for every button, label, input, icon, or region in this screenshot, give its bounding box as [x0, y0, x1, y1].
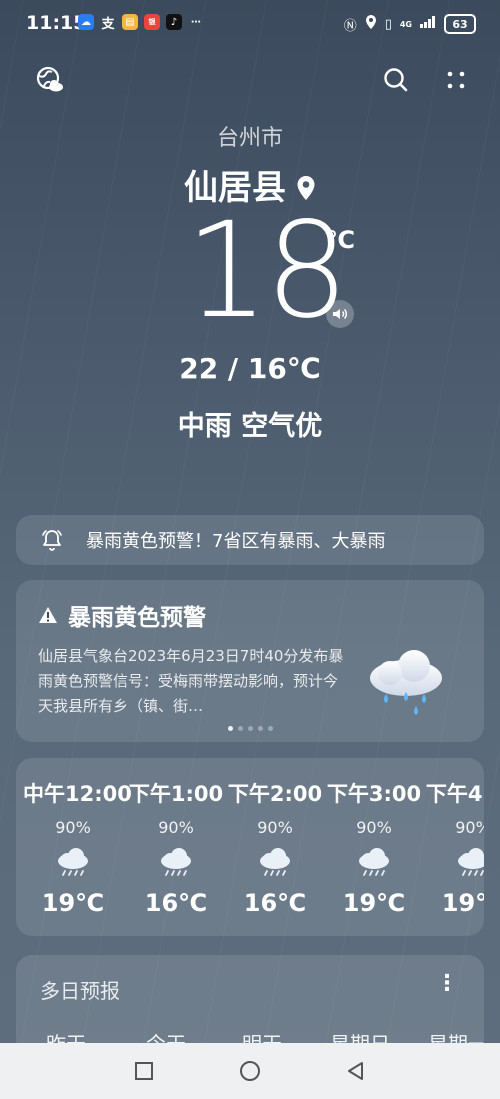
more-options-button[interactable]: [438, 62, 474, 98]
hourly-item: 下午2:00 90% 16℃: [225, 778, 325, 917]
hour-temp: 19℃: [342, 889, 406, 917]
cloud-app-icon: ☁: [78, 14, 94, 30]
more-notifications-icon: ⋯: [191, 16, 201, 28]
hour-temp: 19℃: [41, 889, 105, 917]
manage-cities-button[interactable]: [32, 62, 68, 98]
hour-time: 下午4:00: [425, 782, 484, 806]
home-button[interactable]: [238, 1059, 262, 1083]
temperature-range: 22 / 16℃: [179, 352, 321, 385]
voice-broadcast-button[interactable]: [326, 300, 354, 328]
temperature-unit: ℃: [326, 226, 356, 254]
rain-cloud-icon: [324, 847, 424, 879]
hour-temp: 16℃: [144, 889, 208, 917]
rain-cloud-icon: [126, 847, 226, 879]
globe-cloud-icon: [36, 66, 63, 92]
network-label: 4G: [399, 19, 412, 29]
recent-apps-button[interactable]: [132, 1059, 156, 1083]
bell-icon: [42, 530, 62, 551]
hourly-item: 中午12:00 90% 19℃: [23, 778, 132, 917]
navigation-bar: [0, 1043, 500, 1099]
hour-precip: 90%: [158, 818, 194, 837]
four-dots-icon: [447, 71, 465, 89]
rain-cloud-icon: [225, 847, 325, 879]
carousel-dot: [267, 726, 273, 731]
carousel-dot: [257, 726, 263, 731]
hour-precip: 90%: [356, 818, 392, 837]
hour-temp: 16℃: [243, 889, 307, 917]
tiktok-icon: ♪: [166, 14, 182, 30]
warning-title-row: 暴雨黄色预警: [38, 598, 206, 632]
warning-card[interactable]: 暴雨黄色预警 仙居县气象台2023年6月23日7时40分发布暴雨黄色预警信号：受…: [16, 580, 484, 742]
hour-time: 中午12:00: [23, 782, 132, 806]
rain-cloud-icon: [370, 650, 442, 715]
battery-icon: 63: [444, 14, 476, 34]
carousel-dot: [247, 726, 253, 731]
daily-more-button[interactable]: ⋮: [436, 973, 458, 995]
back-triangle-icon: [348, 1062, 363, 1080]
hourly-item: 下午1:00 90% 16℃: [126, 778, 226, 917]
daily-forecast[interactable]: 多日预报 ⋮ 昨天 今天 明天 星期日 星期一: [16, 955, 484, 1055]
search-button[interactable]: [378, 62, 414, 98]
hourly-forecast[interactable]: 中午12:00 90% 19℃ 下午1:00 90% 16℃ 下午2:00 90…: [16, 758, 484, 936]
bank-app-icon: 银: [144, 14, 160, 30]
hourly-item: 下午4:00 90% 19℃: [423, 778, 484, 917]
hourly-item: 下午3:00 90% 19℃: [324, 778, 424, 917]
warning-body: 仙居县气象台2023年6月23日7时40分发布暴雨黄色预警信号：受梅雨带摆动影响…: [38, 647, 344, 715]
note-app-icon: ▤: [122, 14, 138, 30]
rain-cloud-icon: [423, 847, 484, 879]
location-icon: [365, 15, 377, 33]
hour-time: 下午2:00: [227, 782, 323, 806]
status-bar: 11:15 ☁ 支 ▤ 银 ♪ ⋯ Ⓝ ▯ 4G 63: [0, 0, 500, 48]
vibrate-icon: ▯: [384, 16, 392, 32]
warning-title: 暴雨黄色预警: [68, 605, 206, 631]
hour-time: 下午1:00: [128, 782, 224, 806]
search-icon: [384, 68, 408, 92]
city-name: 台州市: [216, 126, 283, 151]
alipay-icon: 支: [101, 16, 115, 32]
alert-banner[interactable]: 暴雨黄色预警！7省区有暴雨、大暴雨: [16, 515, 484, 565]
warning-triangle-icon: [39, 607, 57, 623]
daily-forecast-title: 多日预报: [40, 979, 120, 1003]
carousel-indicator: [16, 726, 484, 731]
carousel-dot: [227, 726, 233, 731]
carousel-dot: [237, 726, 243, 731]
nfc-icon: Ⓝ: [343, 18, 357, 34]
rain-cloud-icon: [23, 847, 123, 879]
back-button[interactable]: [344, 1059, 368, 1083]
circle-icon: [240, 1061, 260, 1081]
notification-icons: ☁ 支 ▤ 银 ♪ ⋯: [78, 14, 204, 32]
signal-icon: [420, 16, 436, 32]
speaker-icon: [333, 308, 347, 320]
square-icon: [135, 1062, 153, 1080]
current-temperature: 18: [185, 194, 349, 348]
hour-time: 下午3:00: [326, 782, 422, 806]
hour-precip: 90%: [257, 818, 293, 837]
hour-precip: 90%: [455, 818, 484, 837]
system-icons: Ⓝ ▯ 4G 63: [344, 14, 476, 34]
weather-condition: 中雨 空气优: [177, 411, 323, 442]
hour-temp: 19℃: [441, 889, 484, 917]
hour-precip: 90%: [55, 818, 91, 837]
alert-banner-text: 暴雨黄色预警！7省区有暴雨、大暴雨: [86, 531, 386, 552]
